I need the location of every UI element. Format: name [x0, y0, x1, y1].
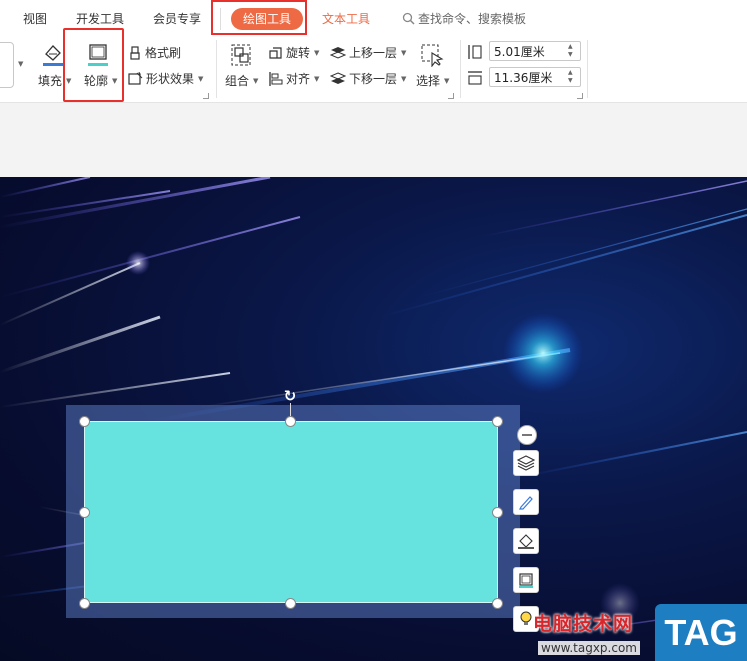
- collapse-toolbar-button[interactable]: [517, 425, 537, 445]
- send-backward-button[interactable]: 下移一层 ▼: [330, 70, 406, 87]
- fill-label: 填充: [38, 74, 63, 88]
- ribbon-divider: [216, 40, 217, 98]
- size-expand-icon[interactable]: [577, 93, 583, 99]
- chevron-down-icon: ▼: [401, 74, 407, 83]
- selected-rectangle-shape[interactable]: [84, 421, 498, 603]
- brush-icon: [130, 45, 140, 60]
- layers-button[interactable]: [513, 450, 539, 476]
- chevron-down-icon: ▼: [198, 74, 204, 83]
- chevron-down-icon[interactable]: ▼: [568, 51, 573, 59]
- resize-handle-left[interactable]: [79, 507, 90, 518]
- select-label: 选择: [416, 74, 441, 88]
- pen-style-button[interactable]: [513, 489, 539, 515]
- ribbon-divider: [587, 40, 588, 98]
- tab-member-exclusive[interactable]: 会员专享: [153, 10, 201, 27]
- layers-icon: [517, 455, 535, 471]
- resize-handle-bottom-left[interactable]: [79, 598, 90, 609]
- select-button[interactable]: 选择 ▼: [416, 72, 449, 89]
- workspace-gap: [0, 103, 747, 177]
- width-icon: [468, 71, 482, 85]
- fill-icon[interactable]: [42, 42, 64, 68]
- format-painter-label: 格式刷: [145, 46, 182, 60]
- chevron-down-icon[interactable]: ▼: [568, 77, 573, 85]
- chevron-up-icon[interactable]: ▲: [568, 69, 573, 77]
- layer-down-icon: [330, 71, 346, 84]
- rotate-handle-icon[interactable]: ↻: [282, 388, 298, 404]
- search-label: 查找命令、搜索模板: [418, 11, 527, 26]
- resize-handle-top-left[interactable]: [79, 416, 90, 427]
- height-input[interactable]: [490, 44, 568, 58]
- style-dropdown-arrow[interactable]: ▼: [18, 60, 23, 68]
- resize-handle-bottom-right[interactable]: [492, 598, 503, 609]
- bulb-icon: [520, 611, 532, 625]
- chevron-down-icon: ▼: [444, 76, 450, 85]
- tab-view[interactable]: 视图: [23, 10, 47, 27]
- rotate-icon: [269, 46, 282, 59]
- fill-quick-button[interactable]: [513, 528, 539, 554]
- height-icon: [468, 45, 482, 59]
- outline-quick-button[interactable]: [513, 567, 539, 593]
- watermark-site-name: 电脑技术网: [533, 613, 634, 635]
- watermark-url: www.tagxp.com: [538, 641, 640, 655]
- group-label: 组合: [225, 74, 250, 88]
- chevron-down-icon: ▼: [314, 74, 320, 83]
- shape-effects-button[interactable]: 形状效果 ▼: [128, 70, 203, 87]
- resize-handle-top-right[interactable]: [492, 416, 503, 427]
- width-input[interactable]: [490, 70, 568, 84]
- watermark-tag-logo: TAG: [655, 604, 747, 661]
- chevron-down-icon: ▼: [314, 48, 320, 57]
- select-cursor-icon[interactable]: [420, 43, 444, 67]
- align-icon: [269, 71, 283, 86]
- group-expand-icon[interactable]: [203, 93, 209, 99]
- search-icon: [402, 12, 415, 25]
- highlight-drawing-tab-overlay: [211, 0, 307, 35]
- ribbon-divider: [460, 40, 461, 98]
- rotate-button[interactable]: 旋转 ▼: [268, 44, 319, 61]
- chevron-down-icon: ▼: [401, 48, 407, 57]
- send-backward-label: 下移一层: [349, 72, 398, 86]
- align-button[interactable]: 对齐 ▼: [268, 70, 319, 87]
- chevron-down-icon: ▼: [253, 76, 259, 85]
- command-search[interactable]: 查找命令、搜索模板: [402, 9, 526, 27]
- highlight-outline-button: [63, 28, 124, 102]
- chevron-up-icon[interactable]: ▲: [568, 43, 573, 51]
- slide-canvas[interactable]: ↻: [0, 177, 747, 661]
- bring-forward-button[interactable]: 上移一层 ▼: [330, 44, 406, 61]
- bring-forward-label: 上移一层: [349, 46, 398, 60]
- shape-effects-label: 形状效果: [146, 72, 195, 86]
- fill-bucket-icon: [518, 534, 534, 549]
- resize-handle-bottom[interactable]: [285, 598, 296, 609]
- height-field[interactable]: ▲▼: [489, 41, 581, 61]
- format-painter-button[interactable]: 格式刷: [128, 44, 181, 61]
- style-preview-field[interactable]: [0, 42, 14, 88]
- tab-developer-tools[interactable]: 开发工具: [76, 10, 124, 27]
- group-icon[interactable]: [230, 43, 252, 67]
- width-stepper[interactable]: ▲ ▼: [568, 69, 573, 85]
- height-stepper[interactable]: ▲ ▼: [568, 43, 573, 59]
- tab-text-tools[interactable]: 文本工具: [322, 10, 370, 27]
- align-label: 对齐: [286, 72, 311, 86]
- resize-handle-right[interactable]: [492, 507, 503, 518]
- outline-square-icon: [519, 573, 533, 588]
- shape-effect-icon: [128, 71, 143, 85]
- pen-icon: [519, 496, 533, 510]
- group-button[interactable]: 组合 ▼: [225, 72, 258, 89]
- width-field[interactable]: ▲▼: [489, 67, 581, 87]
- rotate-label: 旋转: [286, 46, 311, 60]
- layer-up-icon: [330, 46, 346, 59]
- group-expand-icon[interactable]: [448, 93, 454, 99]
- resize-handle-top[interactable]: [285, 416, 296, 427]
